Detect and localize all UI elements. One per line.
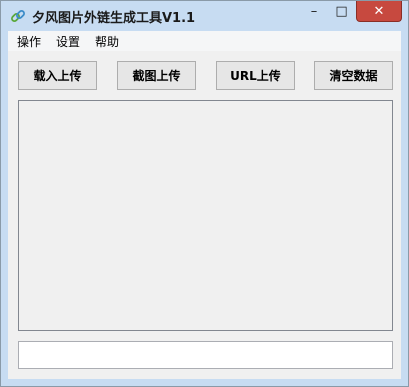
maximize-button[interactable]: □ (328, 1, 355, 22)
close-button[interactable]: ✕ (356, 1, 402, 22)
image-list-panel[interactable] (18, 100, 393, 331)
url-output-field[interactable] (18, 341, 393, 369)
menu-item-operate[interactable]: 操作 (8, 33, 48, 50)
clear-data-button[interactable]: 清空数据 (314, 61, 393, 90)
load-upload-button[interactable]: 载入上传 (18, 61, 97, 90)
menu-item-help[interactable]: 帮助 (87, 33, 126, 50)
url-upload-button[interactable]: URL上传 (216, 61, 295, 90)
maximize-icon: □ (335, 4, 348, 19)
link-icon (11, 10, 25, 22)
client-area: 操作 设置 帮助 载入上传 截图上传 URL上传 清空数据 (8, 31, 401, 379)
menu-item-settings[interactable]: 设置 (48, 33, 87, 50)
minimize-icon: – (310, 4, 318, 19)
screenshot-upload-button[interactable]: 截图上传 (117, 61, 196, 90)
menu-bar: 操作 设置 帮助 (8, 31, 401, 51)
title-bar[interactable]: 夕风图片外链生成工具V1.1 – □ ✕ (1, 1, 408, 31)
window-title: 夕风图片外链生成工具V1.1 (32, 11, 196, 26)
close-icon: ✕ (373, 3, 385, 19)
minimize-button[interactable]: – (300, 1, 328, 22)
app-window: 夕风图片外链生成工具V1.1 – □ ✕ 操作 设置 帮助 载入上传 截图上传 … (0, 0, 409, 387)
